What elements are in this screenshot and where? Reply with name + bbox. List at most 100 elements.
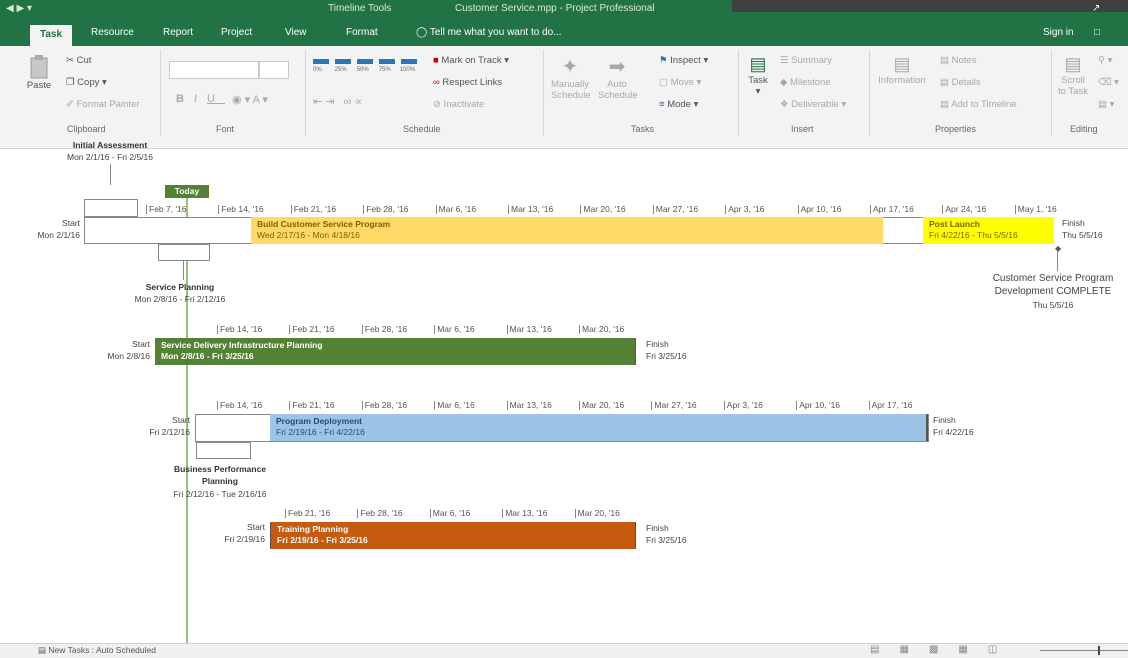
training-planning-name: Training Planning (277, 524, 349, 534)
gantt-view-icon[interactable]: ▤ (870, 644, 899, 655)
milestone-diamond-icon[interactable]: ◆ (1055, 244, 1061, 253)
manually-schedule-button[interactable]: ✦ Manually Schedule (551, 54, 591, 101)
tab-report[interactable]: Report (163, 27, 193, 38)
milestone-button[interactable]: ◆ Milestone (780, 77, 831, 88)
inspect-icon: ⚑ (659, 55, 668, 66)
highlight-icon[interactable]: ◉ (232, 94, 242, 106)
date-tick-label: Apr 17, '16 (870, 204, 914, 214)
notes-button[interactable]: ▤ Notes (940, 55, 976, 66)
information-button[interactable]: ▤ Information (874, 54, 930, 86)
tell-me-box[interactable]: ◯ Tell me what you want to do... (416, 27, 562, 38)
font-color-icon[interactable]: A (253, 94, 260, 106)
insert-task-button[interactable]: ▤ Task ▾ (744, 54, 772, 97)
unlink-icon[interactable]: ∝ (355, 96, 363, 108)
tab-task[interactable]: Task (30, 25, 73, 46)
team-planner-icon[interactable]: ▩ (929, 644, 958, 655)
date-tick-label: Mar 20, '16 (578, 400, 625, 410)
post-launch-bar[interactable]: Post Launch Fri 4/22/16 - Thu 5/5/16 (923, 217, 1054, 244)
view-shortcuts[interactable]: ▤▦▩▦◫ (870, 644, 1017, 655)
move-button[interactable]: ▢ Move ▾ (659, 77, 701, 88)
font-size-box[interactable] (259, 61, 289, 79)
fill-icon[interactable]: ▤ ▾ (1098, 99, 1114, 110)
resource-sheet-icon[interactable]: ▦ (958, 644, 987, 655)
initial-assessment-name[interactable]: Initial Assessment (50, 140, 170, 150)
indent-icon[interactable]: ⇤ (313, 96, 322, 108)
program-deployment-bar[interactable]: Program Deployment Fri 2/19/16 - Fri 4/2… (270, 414, 928, 441)
initial-assessment-dates: Mon 2/1/16 - Fri 2/5/16 (67, 152, 153, 162)
copy-button[interactable]: ❐ Copy ▾ (66, 77, 107, 88)
ribbon-tabs: Task Resource Report Project View Format… (0, 22, 1128, 46)
service-delivery-name: Service Delivery Infrastructure Planning (161, 340, 323, 350)
font-format-buttons[interactable]: BIU (176, 93, 225, 105)
tab-view[interactable]: View (285, 27, 307, 38)
tasks-group-label: Tasks (631, 124, 655, 134)
date-tick-label: Apr 3, '16 (725, 204, 765, 214)
details-button[interactable]: ▤ Details (940, 77, 981, 88)
row4-finish-word: Finish (646, 523, 669, 533)
respect-links-button[interactable]: ∞ Respect Links (433, 77, 502, 88)
mark-on-track-button[interactable]: ■ Mark on Track ▾ (433, 55, 509, 66)
link-buttons[interactable]: ⇤ ⇥ ∞ ∝ (313, 95, 362, 108)
copy-icon: ❐ (66, 77, 75, 88)
underline-icon[interactable]: U (207, 93, 225, 105)
format-painter-button[interactable]: ✐ Format Painter (66, 99, 139, 110)
scroll-to-task-button[interactable]: ▤ Scroll to Task (1056, 54, 1090, 97)
status-bar: ▤ New Tasks : Auto Scheduled ▤▦▩▦◫ (0, 643, 1128, 658)
zoom-slider[interactable] (1040, 650, 1128, 651)
business-performance-box[interactable] (196, 442, 251, 459)
properties-group-label: Properties (935, 124, 977, 134)
business-performance-line1[interactable]: Business Performance (160, 464, 280, 474)
callout-line (183, 261, 184, 280)
restore-icon[interactable]: ↗ (1092, 3, 1100, 14)
quick-access-toolbar[interactable]: ◀ ▶ ▾ (6, 3, 32, 14)
tab-format[interactable]: Format (346, 27, 378, 38)
summary-button[interactable]: ☰ Summary (780, 55, 832, 66)
build-bar-dates: Wed 2/17/16 - Mon 4/18/16 (257, 230, 360, 240)
row4-start-date: Fri 2/19/16 (224, 534, 265, 544)
title-bar-overlay (732, 0, 1128, 12)
auto-label: Auto (607, 79, 627, 90)
deliverable-icon: ❖ (780, 99, 789, 110)
build-customer-service-bar[interactable]: Build Customer Service Program Wed 2/17/… (251, 217, 883, 244)
task-usage-icon[interactable]: ▦ (899, 644, 928, 655)
service-planning-box[interactable] (158, 244, 210, 261)
date-tick-label: Apr 10, '16 (796, 400, 841, 410)
service-planning-name[interactable]: Service Planning (120, 282, 240, 292)
ribbon-display-icon[interactable]: □ (1094, 27, 1100, 38)
sign-in-link[interactable]: Sign in (1043, 27, 1074, 38)
date-tick-label: Mar 27, '16 (652, 204, 699, 214)
add-to-timeline-button[interactable]: ▤ Add to Timeline (940, 99, 1017, 110)
date-tick-label: Mar 27, '16 (651, 400, 697, 410)
new-tasks-status[interactable]: ▤ New Tasks : Auto Scheduled (38, 645, 156, 656)
mode-button[interactable]: ≡ Mode ▾ (659, 99, 698, 110)
date-tick-label: Mar 20, '16 (580, 204, 626, 214)
training-planning-bar[interactable]: Training Planning Fri 2/19/16 - Fri 3/25… (270, 522, 636, 549)
clipboard-group-label: Clipboard (67, 124, 106, 134)
auto-schedule-button[interactable]: ➡ Auto Schedule (598, 54, 638, 101)
inspect-button[interactable]: ⚑ Inspect ▾ (659, 55, 708, 66)
cut-button[interactable]: ✂ Cut (66, 55, 91, 66)
deliverable-button[interactable]: ❖ Deliverable ▾ (780, 99, 846, 110)
inactivate-button[interactable]: ⊘ Inactivate (433, 99, 484, 110)
scissors-icon: ✂ (66, 55, 74, 66)
service-delivery-bar[interactable]: Service Delivery Infrastructure Planning… (155, 338, 636, 365)
today-marker: Today (165, 185, 209, 198)
font-color-buttons[interactable]: ◉ ▾ A ▾ (232, 93, 268, 106)
paste-button[interactable]: Paste (25, 54, 53, 91)
font-name-box[interactable] (169, 61, 259, 79)
date-tick-label: Mar 13, '16 (502, 508, 548, 518)
date-tick-label: Feb 7, '16 (146, 204, 187, 214)
tab-project[interactable]: Project (221, 27, 252, 38)
report-icon[interactable]: ◫ (988, 644, 1017, 655)
find-icon[interactable]: ⚲ ▾ (1098, 55, 1112, 66)
new-tasks-label: New Tasks : Auto Scheduled (48, 645, 156, 655)
outdent-icon[interactable]: ⇥ (325, 96, 334, 108)
document-title: Customer Service.mpp - Project Professio… (455, 3, 655, 14)
clear-icon[interactable]: ⌫ ▾ (1098, 77, 1119, 88)
initial-assessment-box[interactable] (84, 199, 138, 217)
tab-resource[interactable]: Resource (91, 27, 134, 38)
bold-icon[interactable]: B (176, 93, 194, 105)
link-icon[interactable]: ∞ (344, 96, 352, 108)
zoom-slider-thumb[interactable] (1098, 646, 1100, 655)
italic-icon[interactable]: I (194, 93, 207, 105)
